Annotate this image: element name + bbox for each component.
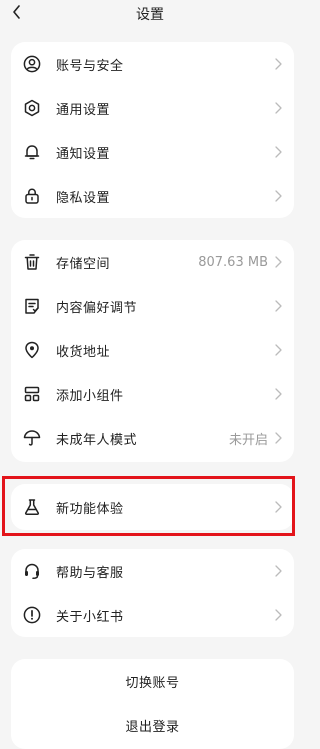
settings-item-label: 收货地址 [56, 344, 111, 360]
settings-item-label: 账号与安全 [56, 58, 124, 74]
settings-item-label: 添加小组件 [56, 388, 124, 404]
document-icon [22, 296, 42, 316]
chevron-right-icon [273, 57, 283, 71]
chevron-right-icon [273, 564, 283, 578]
page-title: 设置 [136, 7, 164, 23]
settings-item-general[interactable]: 通用设置 [11, 86, 294, 130]
chevron-right-icon [273, 387, 283, 401]
umbrella-icon [22, 428, 42, 448]
settings-item-storage[interactable]: 存储空间 807.63 MB [11, 240, 294, 284]
top-bar: 设置 [0, 0, 300, 26]
settings-item-help-support[interactable]: 帮助与客服 [11, 549, 294, 593]
settings-item-content-preference[interactable]: 内容偏好调节 [11, 284, 294, 328]
headset-icon [22, 561, 42, 581]
widget-grid-icon [22, 384, 42, 404]
settings-group-help: 帮助与客服 关于小红书 [11, 549, 294, 637]
lock-icon [22, 186, 42, 206]
chevron-right-icon [273, 343, 283, 357]
settings-item-about[interactable]: 关于小红书 [11, 593, 294, 637]
account-actions-group: 切换账号 退出登录 [11, 659, 294, 749]
settings-item-label: 隐私设置 [56, 190, 111, 206]
settings-item-privacy[interactable]: 隐私设置 [11, 174, 294, 218]
user-circle-icon [22, 54, 42, 74]
chevron-right-icon [273, 608, 283, 622]
chevron-right-icon [273, 101, 283, 115]
settings-group-general: 存储空间 807.63 MB 内容偏好调节 收货地址 添加小组件 未成年人模式 … [11, 240, 294, 462]
exclamation-circle-icon [22, 605, 42, 625]
settings-item-label: 帮助与客服 [56, 565, 124, 581]
chevron-right-icon [273, 299, 283, 313]
settings-item-label: 存储空间 [56, 256, 111, 272]
settings-item-label: 通知设置 [56, 146, 111, 162]
bell-icon [22, 142, 42, 162]
switch-account-button[interactable]: 切换账号 [11, 659, 294, 703]
storage-size-value: 807.63 MB [198, 254, 268, 270]
chevron-right-icon [273, 431, 283, 445]
settings-group-account: 账号与安全 通用设置 通知设置 隐私设置 [11, 42, 294, 218]
location-pin-icon [22, 340, 42, 360]
chevron-right-icon [273, 255, 283, 269]
settings-item-label: 通用设置 [56, 102, 111, 118]
settings-item-label: 未成年人模式 [56, 432, 138, 448]
settings-item-add-widget[interactable]: 添加小组件 [11, 372, 294, 416]
gear-icon [22, 98, 42, 118]
settings-item-minor-mode[interactable]: 未成年人模式 未开启 [11, 416, 294, 460]
chevron-right-icon [273, 189, 283, 203]
logout-button[interactable]: 退出登录 [11, 703, 294, 747]
highlight-box [2, 476, 295, 536]
settings-item-label: 关于小红书 [56, 609, 124, 625]
settings-item-shipping-address[interactable]: 收货地址 [11, 328, 294, 372]
settings-item-account-security[interactable]: 账号与安全 [11, 42, 294, 86]
minor-mode-status: 未开启 [228, 432, 268, 448]
settings-item-notifications[interactable]: 通知设置 [11, 130, 294, 174]
trash-icon [22, 252, 42, 272]
settings-item-label: 内容偏好调节 [56, 300, 138, 316]
chevron-right-icon [273, 145, 283, 159]
